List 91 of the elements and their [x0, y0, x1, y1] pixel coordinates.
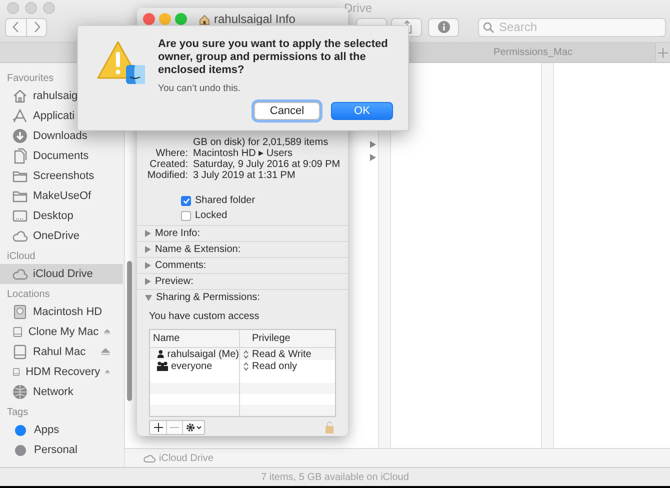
- stepper-icon[interactable]: [243, 350, 249, 358]
- sidebar-item[interactable]: Applicati: [0, 106, 78, 126]
- drive-icon: [12, 324, 24, 340]
- document-icon: [12, 148, 28, 164]
- eject-icon[interactable]: [105, 368, 110, 376]
- disclosure-triangle-icon: [145, 262, 151, 269]
- detail-label: Where:: [154, 148, 188, 159]
- person-icon: [157, 349, 164, 359]
- checkbox[interactable]: [181, 210, 191, 220]
- sidebar-item[interactable]: Apps: [0, 420, 62, 440]
- house-icon: [199, 14, 210, 24]
- cancel-button[interactable]: Cancel: [254, 102, 320, 120]
- info-icon: [438, 21, 450, 33]
- detail-value: Saturday, 9 July 2016 at 9:09 PM: [193, 159, 342, 170]
- disclosure-triangle-icon: [145, 246, 151, 253]
- status-text: 7 items, 5 GB available on iCloud: [261, 472, 409, 482]
- cloud-icon: [12, 266, 28, 282]
- checkmark-icon: [182, 198, 190, 204]
- sidebar-item[interactable]: Rahul Mac: [0, 342, 123, 362]
- detail-value: Macintosh HD ▸ Users: [193, 148, 294, 159]
- desktop-icon: [12, 208, 28, 224]
- chevron-right-icon: [32, 21, 40, 33]
- access-note: You have custom access: [149, 311, 260, 322]
- eject-icon[interactable]: [104, 328, 110, 336]
- disclosure-triangle-icon: [145, 278, 151, 285]
- sidebar-heading: iCloud: [6, 250, 36, 264]
- stepper-icon[interactable]: [243, 362, 249, 370]
- privilege-popup[interactable]: Read only: [252, 360, 298, 372]
- sidebar-item[interactable]: Clone My Mac: [0, 322, 123, 342]
- close-button[interactable]: [143, 13, 155, 25]
- sidebar-item[interactable]: Personal: [0, 440, 80, 460]
- eject-icon[interactable]: [101, 348, 110, 356]
- sidebar-item[interactable]: HDM Recovery: [0, 362, 123, 382]
- sidebar-item[interactable]: Network: [0, 382, 76, 402]
- scroll-bar[interactable]: [127, 261, 132, 401]
- sidebar-item[interactable]: Macintosh HD: [0, 302, 106, 322]
- search-field[interactable]: Search: [478, 18, 666, 36]
- chevron-left-icon: [12, 21, 20, 33]
- drive-icon: [12, 344, 28, 360]
- info-button[interactable]: [428, 18, 459, 36]
- sidebar-item[interactable]: Desktop: [0, 206, 76, 226]
- action-menu-button[interactable]: [182, 421, 204, 434]
- user-name: rahulsaigal (Me): [167, 348, 239, 360]
- section-header[interactable]: Comments:: [137, 257, 348, 273]
- plus-icon: [658, 48, 668, 58]
- alert-note: You can’t undo this.: [158, 83, 241, 94]
- cloud-icon: [12, 228, 28, 244]
- minimize-button[interactable]: [159, 13, 171, 25]
- column-header[interactable]: Privilege: [240, 330, 335, 347]
- window-control[interactable]: [25, 2, 37, 14]
- window-control[interactable]: [7, 2, 19, 14]
- cloud-icon: [143, 453, 156, 463]
- checkbox-label: Shared folder: [195, 195, 256, 206]
- checkbox-label: Locked: [195, 210, 228, 221]
- sidebar-heading: Tags: [6, 406, 30, 420]
- sidebar-item[interactable]: OneDrive: [0, 226, 82, 246]
- column-header[interactable]: Name: [150, 330, 240, 347]
- sidebar-item[interactable]: iCloud Drive: [0, 264, 123, 284]
- window-title: rahulsaigal Info: [214, 12, 296, 26]
- sidebar-item[interactable]: Documents: [0, 146, 92, 166]
- warning-icon: [96, 40, 146, 85]
- alert-message: Are you sure you want to apply the selected owner, group and permissions to all the enclosed items?: [158, 38, 388, 76]
- search-icon: [483, 22, 494, 32]
- detail-label: Created:: [148, 159, 188, 170]
- lock-icon[interactable]: [325, 421, 334, 434]
- privilege-popup[interactable]: Read & Write: [252, 348, 312, 360]
- user-name: everyone: [171, 360, 212, 372]
- sidebar-heading: Favourites: [6, 72, 55, 86]
- group-icon: [157, 361, 168, 371]
- globe-icon: [12, 384, 28, 400]
- section-header[interactable]: Name & Extension:: [137, 241, 348, 257]
- disclosure-triangle-icon: [145, 294, 152, 300]
- gear-icon: [186, 423, 202, 432]
- disclosure-triangle-icon: [145, 230, 151, 237]
- window-control[interactable]: [43, 2, 55, 14]
- sidebar-item[interactable]: rahulsaig: [0, 86, 81, 106]
- plus-icon: [154, 423, 162, 432]
- download-icon: [12, 128, 28, 144]
- section-header[interactable]: More Info:: [137, 225, 348, 241]
- sidebar-heading: Locations: [6, 288, 51, 302]
- checkbox[interactable]: [181, 196, 191, 206]
- sidebar-item[interactable]: Downloads: [0, 126, 90, 146]
- zoom-button[interactable]: [175, 13, 187, 25]
- detail-label: Modified:: [146, 170, 188, 181]
- detail-value: 3 July 2019 at 1:31 PM: [193, 170, 296, 181]
- section-header[interactable]: Sharing & Permissions:: [137, 289, 348, 305]
- sidebar-item[interactable]: Screenshots: [0, 166, 98, 186]
- section-header[interactable]: Preview:: [137, 273, 348, 289]
- detail-value: GB on disk) for 2,01,589 items: [193, 137, 330, 148]
- home-icon: [12, 88, 28, 104]
- sidebar-item[interactable]: MakeUseOf: [0, 186, 94, 206]
